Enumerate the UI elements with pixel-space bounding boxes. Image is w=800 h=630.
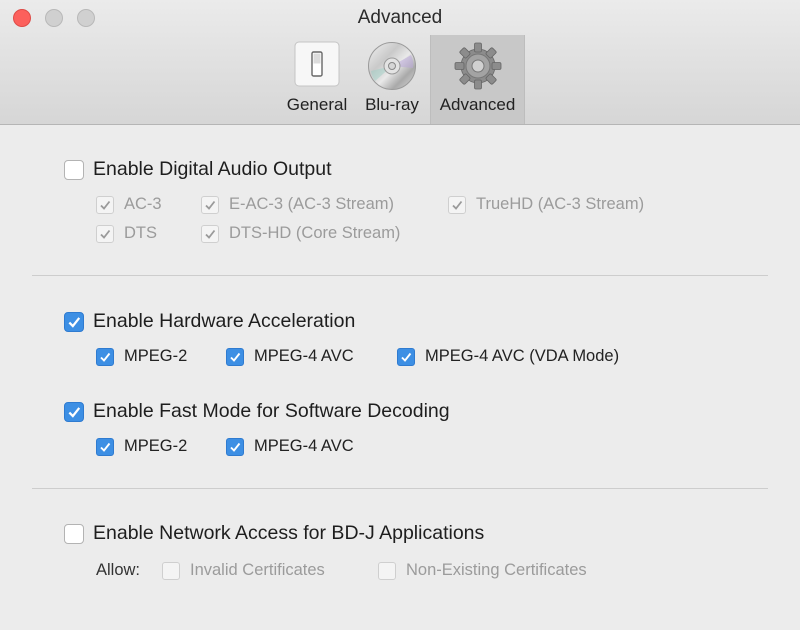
ac3-option[interactable]: AC-3	[96, 195, 162, 214]
truehd-checkbox[interactable]	[448, 195, 466, 214]
hw-mpeg2-checkbox[interactable]	[96, 347, 114, 366]
checkmark-icon	[100, 442, 111, 452]
advanced-settings-panel: Enable Digital Audio Output AC-3 E-AC-3 …	[0, 125, 800, 630]
hw-mpeg4-checkbox[interactable]	[226, 347, 244, 366]
nonexisting-certs-option[interactable]: Non-Existing Certificates	[378, 561, 587, 580]
checkmark-icon	[100, 229, 111, 239]
checkmark-icon	[205, 229, 216, 239]
digital-audio-option[interactable]: Enable Digital Audio Output	[64, 158, 332, 181]
eac3-label: E-AC-3 (AC-3 Stream)	[229, 195, 395, 213]
fast-mpeg4-checkbox[interactable]	[226, 437, 244, 456]
invalid-certs-label: Invalid Certificates	[190, 561, 325, 579]
toolbar: Advanced General Blu-ray Advanced	[0, 0, 800, 125]
divider	[32, 275, 768, 276]
hw-mpeg4-label: MPEG-4 AVC	[254, 347, 354, 365]
dtshd-checkbox[interactable]	[201, 224, 219, 243]
checkmark-icon	[205, 200, 216, 210]
tab-general[interactable]: General	[280, 35, 354, 124]
invalid-certs-checkbox[interactable]	[162, 561, 180, 580]
network-access-label: Enable Network Access for BD-J Applicati…	[93, 522, 485, 544]
fast-mpeg2-option[interactable]: MPEG-2	[96, 437, 187, 456]
checkmark-icon	[100, 352, 111, 362]
preferences-window: Advanced General Blu-ray Advanced Enable…	[0, 0, 800, 630]
fast-mode-checkbox[interactable]	[64, 401, 84, 422]
disc-icon	[367, 41, 417, 96]
tab-bluray-label: Blu-ray	[365, 95, 419, 114]
ac3-checkbox[interactable]	[96, 195, 114, 214]
fast-mode-option[interactable]: Enable Fast Mode for Software Decoding	[64, 400, 450, 423]
fast-mpeg2-checkbox[interactable]	[96, 437, 114, 456]
nonexisting-certs-checkbox[interactable]	[378, 561, 396, 580]
hw-mpeg4-vda-option[interactable]: MPEG-4 AVC (VDA Mode)	[397, 347, 619, 366]
checkmark-icon	[452, 200, 463, 210]
hw-accel-label: Enable Hardware Acceleration	[93, 310, 356, 332]
hw-mpeg4-vda-label: MPEG-4 AVC (VDA Mode)	[425, 347, 620, 365]
hw-mpeg2-label: MPEG-2	[124, 347, 188, 365]
hw-mpeg4-option[interactable]: MPEG-4 AVC	[226, 347, 354, 366]
tab-advanced[interactable]: Advanced	[430, 35, 525, 124]
checkmark-icon	[401, 352, 412, 362]
fast-mpeg4-option[interactable]: MPEG-4 AVC	[226, 437, 354, 456]
ac3-label: AC-3	[124, 195, 162, 213]
tab-general-label: General	[286, 95, 348, 114]
dts-option[interactable]: DTS	[96, 224, 157, 243]
switch-icon	[294, 41, 340, 92]
hw-mpeg2-option[interactable]: MPEG-2	[96, 347, 187, 366]
digital-audio-label: Enable Digital Audio Output	[93, 158, 332, 180]
hw-accel-option[interactable]: Enable Hardware Acceleration	[64, 310, 355, 333]
allow-label-row: Allow:	[96, 561, 140, 580]
checkmark-icon	[100, 200, 111, 210]
divider	[32, 488, 768, 489]
window-title: Advanced	[357, 7, 443, 28]
checkmark-icon	[230, 442, 241, 452]
dts-label: DTS	[124, 224, 157, 242]
checkmark-icon	[230, 352, 241, 362]
fast-mpeg4-label: MPEG-4 AVC	[254, 437, 354, 455]
hw-mpeg4-vda-checkbox[interactable]	[397, 347, 415, 366]
checkmark-icon	[68, 316, 81, 328]
fast-mpeg2-label: MPEG-2	[124, 437, 188, 455]
network-access-option[interactable]: Enable Network Access for BD-J Applicati…	[64, 522, 484, 545]
allow-label: Allow:	[96, 561, 141, 579]
gear-icon	[453, 41, 503, 96]
nonexisting-certs-label: Non-Existing Certificates	[406, 561, 587, 579]
dts-checkbox[interactable]	[96, 224, 114, 243]
eac3-option[interactable]: E-AC-3 (AC-3 Stream)	[201, 195, 394, 214]
tab-advanced-label: Advanced	[439, 95, 516, 114]
dtshd-label: DTS-HD (Core Stream)	[229, 224, 401, 242]
digital-audio-checkbox[interactable]	[64, 159, 84, 180]
network-access-checkbox[interactable]	[64, 523, 84, 544]
truehd-option[interactable]: TrueHD (AC-3 Stream)	[448, 195, 644, 214]
fast-mode-label: Enable Fast Mode for Software Decoding	[93, 400, 450, 422]
dtshd-option[interactable]: DTS-HD (Core Stream)	[201, 224, 400, 243]
checkmark-icon	[68, 406, 81, 418]
eac3-checkbox[interactable]	[201, 195, 219, 214]
truehd-label: TrueHD (AC-3 Stream)	[476, 195, 645, 213]
hw-accel-checkbox[interactable]	[64, 311, 84, 332]
tab-bluray[interactable]: Blu-ray	[356, 35, 428, 124]
invalid-certs-option[interactable]: Invalid Certificates	[162, 561, 325, 580]
